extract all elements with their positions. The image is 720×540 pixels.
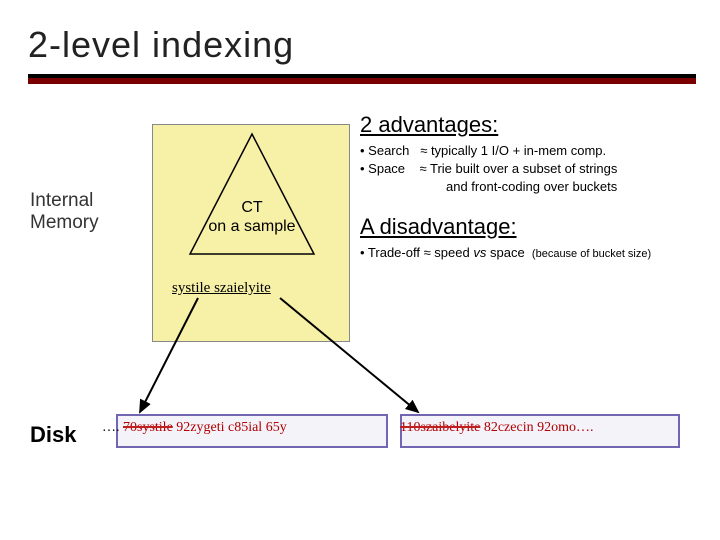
adv1-text: ≈ typically 1 I/O + in-mem comp. [420, 143, 606, 158]
disk-label: Disk [30, 422, 76, 448]
dis-bullet: • Trade-off ≈ speed [360, 245, 470, 260]
trie-triangle [186, 132, 318, 256]
dis-vs: vs [473, 245, 486, 260]
ct-label: CT on a sample [207, 198, 297, 236]
disadvantage-title: A disadvantage: [360, 214, 517, 240]
ct-line2: on a sample [208, 218, 295, 235]
adv2-label: • Space [360, 161, 405, 176]
advantage-2: • Space ≈ Trie built over a subset of st… [360, 160, 617, 178]
advantages-title: 2 advantages: [360, 112, 498, 138]
b2-rest: 82czecin 92omo…. [484, 420, 594, 435]
b1-strike: 70systile [123, 420, 173, 435]
b1-mid: 92zygeti c85ial 65y [176, 420, 286, 435]
bucket-2-text: 110szaibelyite 82czecin 92omo…. [400, 420, 593, 436]
advantage-2-cont: and front-coding over buckets [446, 178, 617, 196]
slide-body: CT on a sample Internal Memory systile s… [0, 84, 720, 514]
sample-words: systile szaielyite [172, 280, 271, 297]
disadvantage-line: • Trade-off ≈ speed vs space (because of… [360, 244, 651, 262]
internal-memory-label: Internal Memory [30, 190, 140, 234]
title-rule [28, 74, 696, 84]
adv1-label: • Search [360, 143, 409, 158]
b1-prefix: …. [102, 420, 120, 435]
slide-title: 2-level indexing [0, 0, 720, 74]
dis-space: space [490, 245, 525, 260]
bucket-1-text: …. 70systile 92zygeti c85ial 65y [102, 420, 287, 436]
advantage-1: • Search ≈ typically 1 I/O + in-mem comp… [360, 142, 606, 160]
ct-line1: CT [241, 199, 262, 216]
dis-note: (because of bucket size) [532, 248, 651, 260]
adv2-text: ≈ Trie built over a subset of strings [419, 161, 617, 176]
b2-strike: 110szaibelyite [400, 420, 480, 435]
